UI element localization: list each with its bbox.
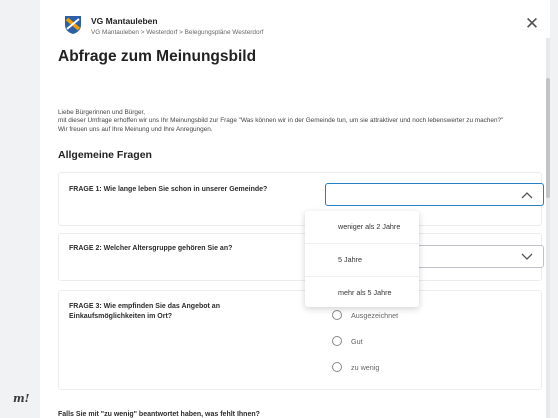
- dropdown-option[interactable]: weniger als 2 Jahre: [305, 211, 419, 244]
- close-icon[interactable]: ✕: [524, 15, 540, 32]
- scrollbar-thumb[interactable]: [546, 78, 550, 198]
- question-1-label: FRAGE 1: Wie lange leben Sie schon in un…: [69, 186, 268, 193]
- brand-logo: m!: [13, 392, 30, 405]
- chevron-up-icon: [521, 192, 533, 199]
- question-card-1: FRAGE 1: Wie lange leben Sie schon in un…: [58, 172, 544, 226]
- question-1-dropdown-menu: weniger als 2 Jahre 5 Jahre mehr als 5 J…: [305, 211, 419, 307]
- radio-option-zu-wenig[interactable]: zu wenig: [332, 362, 379, 372]
- dropdown-option[interactable]: 5 Jahre: [305, 244, 419, 277]
- question-4-label: Falls Sie mit "zu wenig" beantwortet hab…: [58, 411, 260, 418]
- question-3-label: FRAGE 3: Wie empfinden Sie das Angebot a…: [69, 303, 220, 320]
- municipality-logo-icon: [65, 16, 81, 34]
- page-title: Abfrage zum Meinungsbild: [58, 48, 257, 65]
- chevron-down-icon: [521, 253, 533, 260]
- radio-button[interactable]: [332, 336, 342, 346]
- organization-name: VG Mantauleben: [91, 16, 158, 26]
- survey-dialog: VG Mantauleben VG Mantauleben > Westerdo…: [40, 0, 550, 418]
- scrollbar[interactable]: [546, 38, 550, 418]
- dropdown-option[interactable]: mehr als 5 Jahre: [305, 277, 419, 309]
- intro-closing: Wir freuen uns auf Ihre Meinung und Ihre…: [58, 125, 213, 133]
- question-1-select[interactable]: [325, 183, 544, 206]
- radio-button[interactable]: [332, 362, 342, 372]
- radio-option-ausgezeichnet[interactable]: Ausgezeichnet: [332, 310, 398, 320]
- app-sidebar-background: [0, 0, 40, 418]
- intro-greeting: Liebe Bürgerinnen und Bürger,: [58, 109, 146, 116]
- question-card-3: FRAGE 3: Wie empfinden Sie das Angebot a…: [58, 290, 542, 390]
- radio-button[interactable]: [332, 310, 342, 320]
- section-title: Allgemeine Fragen: [58, 149, 152, 161]
- intro-question: mit dieser Umfrage erhoffen wir uns Ihr …: [58, 117, 504, 125]
- question-card-2: FRAGE 2: Welcher Altersgruppe gehören Si…: [58, 233, 544, 281]
- breadcrumb: VG Mantauleben > Westerdorf > Belegungsp…: [91, 29, 264, 36]
- radio-label: Ausgezeichnet: [351, 310, 399, 320]
- radio-option-gut[interactable]: Gut: [332, 336, 363, 346]
- question-2-label: FRAGE 2: Welcher Altersgruppe gehören Si…: [69, 245, 233, 252]
- radio-label: Gut: [351, 336, 363, 346]
- radio-label: zu wenig: [351, 362, 380, 372]
- intro-text: Liebe Bürgerinnen und Bürger, mit dieser…: [58, 109, 508, 134]
